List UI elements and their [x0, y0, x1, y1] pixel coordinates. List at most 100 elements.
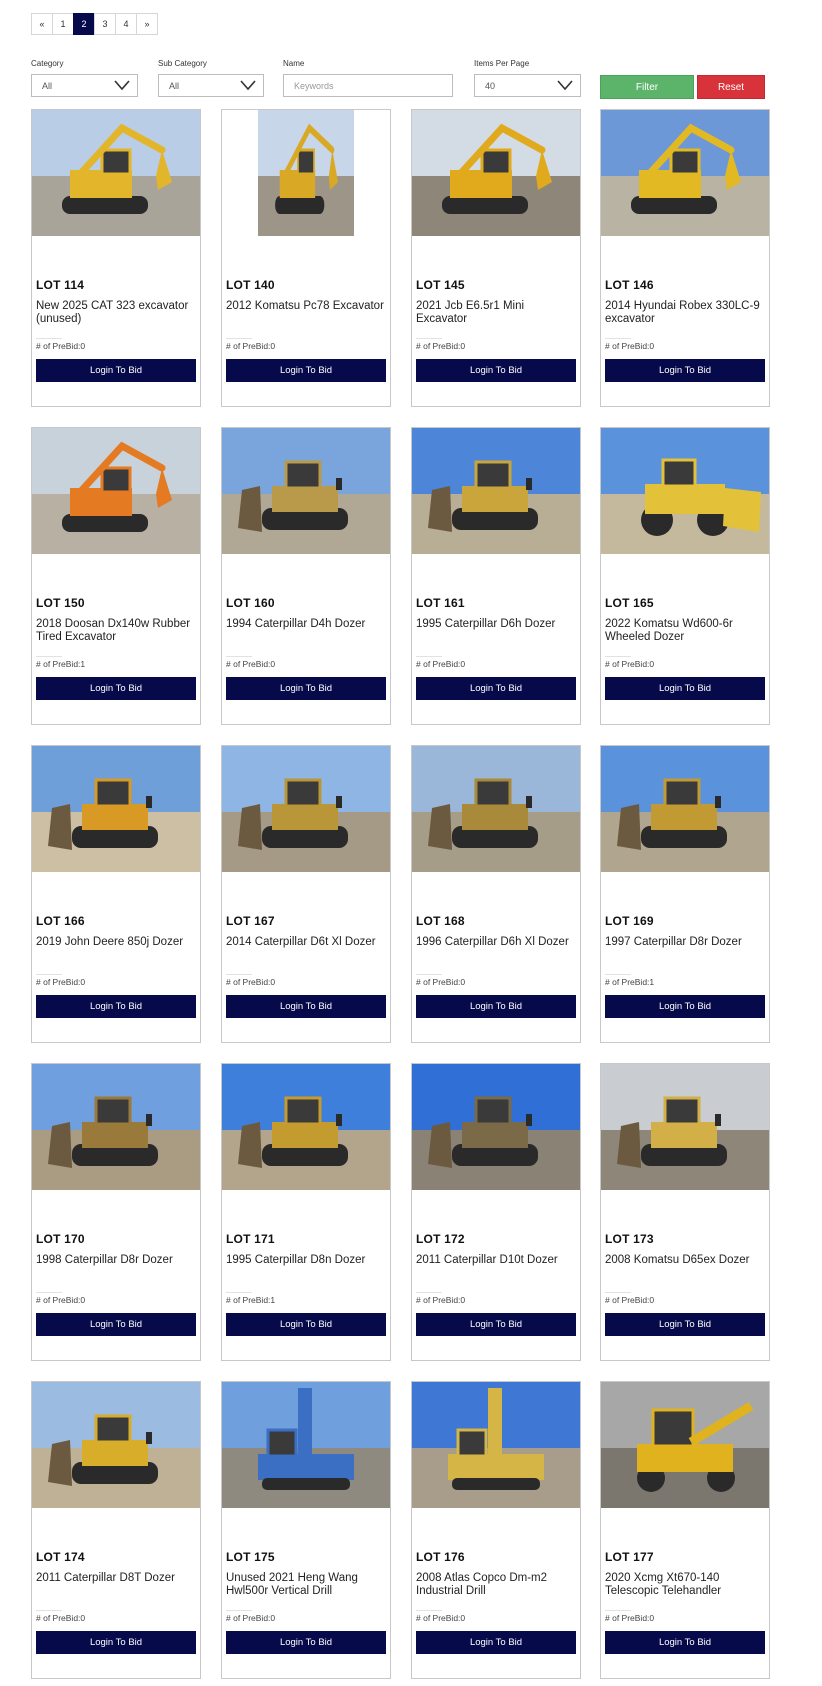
login-to-bid-button[interactable]: Login To Bid: [605, 677, 765, 700]
lot-card[interactable]: LOT 166 2019 John Deere 850j Dozer # of Pr…: [31, 745, 201, 1043]
pagination-page-3[interactable]: 3: [94, 13, 116, 35]
lot-photo[interactable]: [412, 428, 580, 554]
lot-title[interactable]: 2011 Caterpillar D10t Dozer: [416, 1254, 578, 1267]
name-search-input[interactable]: Keywords: [283, 74, 453, 97]
lot-number: LOT 145: [416, 278, 465, 292]
login-to-bid-button[interactable]: Login To Bid: [226, 359, 386, 382]
lot-card[interactable]: LOT 169 1997 Caterpillar D8r Dozer # of Pr…: [600, 745, 770, 1043]
lot-card[interactable]: LOT 176 2008 Atlas Copco Dm-m2 Industrial…: [411, 1381, 581, 1679]
login-to-bid-button[interactable]: Login To Bid: [605, 359, 765, 382]
lot-title[interactable]: 1995 Caterpillar D8n Dozer: [226, 1254, 388, 1267]
prebid-value: 0: [80, 977, 86, 987]
lot-card[interactable]: LOT 114 New 2025 CAT 323 excavator (unuse…: [31, 109, 201, 407]
login-to-bid-button[interactable]: Login To Bid: [226, 995, 386, 1018]
login-to-bid-button[interactable]: Login To Bid: [416, 1631, 576, 1654]
lot-photo[interactable]: [412, 746, 580, 872]
lot-photo[interactable]: [32, 1064, 200, 1190]
lot-card[interactable]: LOT 172 2011 Caterpillar D10t Dozer # of P…: [411, 1063, 581, 1361]
lot-title[interactable]: 2008 Atlas Copco Dm-m2 Industrial Drill: [416, 1572, 578, 1598]
category-select[interactable]: All: [31, 74, 138, 97]
lot-photo[interactable]: [601, 1064, 769, 1190]
lot-photo[interactable]: [32, 428, 200, 554]
lot-title[interactable]: 2008 Komatsu D65ex Dozer: [605, 1254, 767, 1267]
pagination-page-2[interactable]: 2: [73, 13, 95, 35]
lot-title[interactable]: Unused 2021 Heng Wang Hwl500r Vertical D…: [226, 1572, 388, 1598]
per-page-select[interactable]: 40: [474, 74, 581, 97]
filter-button[interactable]: Filter: [600, 75, 694, 99]
lot-card[interactable]: LOT 177 2020 Xcmg Xt670-140 Telescopic Te…: [600, 1381, 770, 1679]
login-to-bid-button[interactable]: Login To Bid: [416, 677, 576, 700]
lot-title[interactable]: 2014 Hyundai Robex 330LC-9 excavator: [605, 300, 767, 326]
divider: [605, 338, 631, 339]
lot-title[interactable]: 2019 John Deere 850j Dozer: [36, 936, 198, 949]
lot-card[interactable]: LOT 150 2018 Doosan Dx140w Rubber Tired E…: [31, 427, 201, 725]
lot-title[interactable]: 1998 Caterpillar D8r Dozer: [36, 1254, 198, 1267]
login-to-bid-button[interactable]: Login To Bid: [226, 1313, 386, 1336]
lot-photo[interactable]: [412, 1382, 580, 1508]
lot-title[interactable]: 1997 Caterpillar D8r Dozer: [605, 936, 767, 949]
lot-card[interactable]: LOT 140 2012 Komatsu Pc78 Excavator # of P…: [221, 109, 391, 407]
prebid-prefix: # of PreBid:: [605, 1295, 650, 1305]
lot-photo[interactable]: [222, 1064, 390, 1190]
lot-card[interactable]: LOT 161 1995 Caterpillar D6h Dozer # of Pr…: [411, 427, 581, 725]
login-to-bid-button[interactable]: Login To Bid: [226, 677, 386, 700]
lot-photo[interactable]: [32, 1382, 200, 1508]
lot-number: LOT 172: [416, 1232, 465, 1246]
lot-title[interactable]: 2022 Komatsu Wd600-6r Wheeled Dozer: [605, 618, 767, 644]
lot-title[interactable]: 2011 Caterpillar D8T Dozer: [36, 1572, 198, 1585]
login-to-bid-button[interactable]: Login To Bid: [605, 1631, 765, 1654]
lot-title[interactable]: New 2025 CAT 323 excavator (unused): [36, 300, 198, 326]
lot-card[interactable]: LOT 165 2022 Komatsu Wd600-6r Wheeled Doz…: [600, 427, 770, 725]
login-to-bid-button[interactable]: Login To Bid: [36, 1313, 196, 1336]
lot-title[interactable]: 2014 Caterpillar D6t Xl Dozer: [226, 936, 388, 949]
login-to-bid-button[interactable]: Login To Bid: [605, 995, 765, 1018]
login-to-bid-button[interactable]: Login To Bid: [416, 995, 576, 1018]
lot-photo[interactable]: [412, 110, 580, 236]
lot-photo[interactable]: [412, 1064, 580, 1190]
lot-card[interactable]: LOT 173 2008 Komatsu D65ex Dozer # of PreB…: [600, 1063, 770, 1361]
login-to-bid-button[interactable]: Login To Bid: [36, 359, 196, 382]
pagination-page-4[interactable]: 4: [115, 13, 137, 35]
lot-photo[interactable]: [601, 746, 769, 872]
lot-photo[interactable]: [601, 1382, 769, 1508]
lot-photo[interactable]: [601, 428, 769, 554]
pagination-prev[interactable]: «: [31, 13, 53, 35]
lot-title[interactable]: 1994 Caterpillar D4h Dozer: [226, 618, 388, 631]
lot-photo[interactable]: [601, 110, 769, 236]
lot-card[interactable]: LOT 160 1994 Caterpillar D4h Dozer # of Pr…: [221, 427, 391, 725]
login-to-bid-button[interactable]: Login To Bid: [416, 1313, 576, 1336]
lot-card[interactable]: LOT 171 1995 Caterpillar D8n Dozer # of Pr…: [221, 1063, 391, 1361]
lot-photo[interactable]: [222, 1382, 390, 1508]
pagination-page-1[interactable]: 1: [52, 13, 74, 35]
lot-card[interactable]: LOT 167 2014 Caterpillar D6t Xl Dozer # of…: [221, 745, 391, 1043]
prebid-value: 0: [649, 1295, 655, 1305]
lot-title[interactable]: 1995 Caterpillar D6h Dozer: [416, 618, 578, 631]
lot-photo[interactable]: [222, 428, 390, 554]
lot-title[interactable]: 2020 Xcmg Xt670-140 Telescopic Telehandl…: [605, 1572, 767, 1598]
reset-button[interactable]: Reset: [697, 75, 765, 99]
subcategory-select[interactable]: All: [158, 74, 264, 97]
login-to-bid-button[interactable]: Login To Bid: [36, 995, 196, 1018]
login-to-bid-button[interactable]: Login To Bid: [605, 1313, 765, 1336]
login-to-bid-button[interactable]: Login To Bid: [36, 677, 196, 700]
lot-title[interactable]: 2018 Doosan Dx140w Rubber Tired Excavato…: [36, 618, 198, 644]
lot-card[interactable]: LOT 174 2011 Caterpillar D8T Dozer # of Pr…: [31, 1381, 201, 1679]
lot-photo[interactable]: [32, 110, 200, 236]
login-to-bid-button[interactable]: Login To Bid: [36, 1631, 196, 1654]
pagination-next[interactable]: »: [136, 13, 158, 35]
login-to-bid-button[interactable]: Login To Bid: [226, 1631, 386, 1654]
lot-photo[interactable]: [32, 746, 200, 872]
lot-photo[interactable]: [222, 746, 390, 872]
lot-card[interactable]: LOT 145 2021 Jcb E6.5r1 Mini Excavator # o…: [411, 109, 581, 407]
lot-title[interactable]: 2021 Jcb E6.5r1 Mini Excavator: [416, 300, 578, 326]
lot-title[interactable]: 1996 Caterpillar D6h Xl Dozer: [416, 936, 578, 949]
prebid-value: 1: [649, 977, 655, 987]
lot-title[interactable]: 2012 Komatsu Pc78 Excavator: [226, 300, 388, 313]
login-to-bid-button[interactable]: Login To Bid: [416, 359, 576, 382]
prebid-prefix: # of PreBid:: [416, 977, 461, 987]
lot-card[interactable]: LOT 175 Unused 2021 Heng Wang Hwl500r Ver…: [221, 1381, 391, 1679]
lot-photo[interactable]: [258, 110, 354, 236]
lot-card[interactable]: LOT 170 1998 Caterpillar D8r Dozer # of Pr…: [31, 1063, 201, 1361]
lot-card[interactable]: LOT 146 2014 Hyundai Robex 330LC-9 excava…: [600, 109, 770, 407]
lot-card[interactable]: LOT 168 1996 Caterpillar D6h Xl Dozer # of…: [411, 745, 581, 1043]
